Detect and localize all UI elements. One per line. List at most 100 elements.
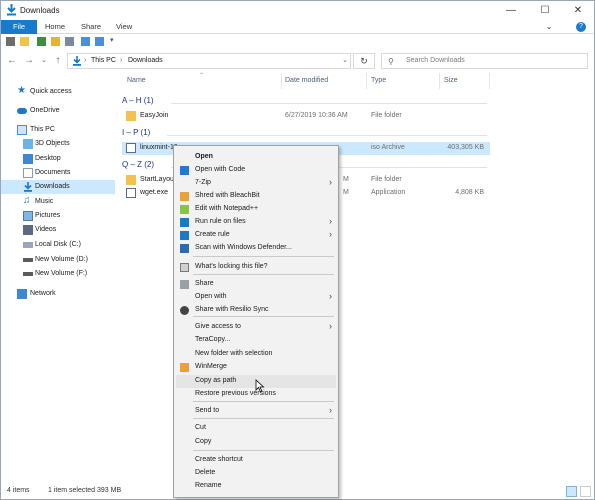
group-header-i-p[interactable]: I – P (1) bbox=[122, 128, 150, 137]
quick-access-toolbar: ▾ bbox=[1, 35, 594, 49]
folder-icon[interactable] bbox=[51, 37, 60, 46]
forward-button[interactable]: → bbox=[23, 54, 35, 68]
menu-item-open[interactable]: Open bbox=[176, 151, 336, 164]
minimize-button[interactable]: — bbox=[494, 1, 528, 20]
menu-item-create-shortcut[interactable]: Create shortcut bbox=[176, 454, 336, 467]
nav-item-this-pc[interactable]: This PC bbox=[1, 123, 115, 137]
mouse-cursor-icon bbox=[255, 379, 265, 393]
application-icon bbox=[126, 188, 136, 198]
menu-item-what-s-locking-this-file[interactable]: What's locking this file? bbox=[176, 261, 336, 274]
selection-info: 1 item selected 393 MB bbox=[48, 487, 122, 494]
view-icon[interactable] bbox=[65, 37, 74, 46]
menu-item-run-rule-on-files[interactable]: Run rule on files › bbox=[176, 216, 336, 229]
menu-item-label: 7-Zip bbox=[195, 179, 211, 186]
nav-item-videos[interactable]: Videos bbox=[1, 223, 115, 237]
menu-separator bbox=[193, 450, 334, 451]
computer-icon bbox=[17, 125, 27, 135]
up-button[interactable]: ↑ bbox=[52, 54, 64, 68]
column-header-date[interactable]: Date modified bbox=[285, 77, 328, 84]
address-bar[interactable]: › This PC › Downloads ⌄ bbox=[67, 53, 351, 69]
cube-icon bbox=[23, 139, 33, 149]
menu-item-cut[interactable]: Cut bbox=[176, 422, 336, 435]
back-button[interactable]: ← bbox=[6, 54, 18, 68]
menu-item-label: Create shortcut bbox=[195, 456, 243, 463]
drive-icon bbox=[23, 258, 33, 262]
close-button[interactable]: ✕ bbox=[561, 1, 595, 20]
address-dropdown-icon[interactable]: ⌄ bbox=[342, 56, 348, 64]
menu-item-new-folder-with-selection[interactable]: New folder with selection bbox=[176, 348, 336, 361]
refresh-button[interactable]: ↻ bbox=[353, 53, 375, 69]
large-icons-view-icon[interactable] bbox=[580, 486, 591, 497]
folder-icon bbox=[126, 111, 136, 121]
rule-icon bbox=[180, 231, 189, 240]
column-header-type[interactable]: Type bbox=[371, 77, 386, 84]
nav-item-desktop[interactable]: Desktop bbox=[1, 152, 115, 166]
help-icon[interactable]: ? bbox=[576, 22, 586, 32]
disk-icon bbox=[23, 242, 33, 248]
tab-view[interactable]: View bbox=[116, 20, 132, 34]
menu-item-share[interactable]: Share bbox=[176, 278, 336, 291]
menu-item-winmerge[interactable]: WinMerge bbox=[176, 361, 336, 374]
menu-item-teracopy[interactable]: TeraCopy... bbox=[176, 334, 336, 347]
folder-icon bbox=[126, 175, 136, 185]
picture-icon bbox=[23, 211, 33, 221]
music-icon: ♫ bbox=[23, 195, 31, 206]
nav-item-new-volume-f[interactable]: New Volume (F:) bbox=[1, 267, 115, 281]
search-box[interactable]: ⚲ Search Downloads bbox=[381, 53, 588, 69]
nav-item-music[interactable]: ♫ Music bbox=[1, 195, 115, 209]
menu-item-label: Open bbox=[195, 153, 213, 160]
expand-ribbon-icon[interactable]: ⌄ bbox=[542, 17, 556, 36]
menu-item-scan-with-windows-defender[interactable]: Scan with Windows Defender... bbox=[176, 242, 336, 255]
menu-item-open-with[interactable]: Open with › bbox=[176, 291, 336, 304]
menu-item-shred-with-bleachbit[interactable]: Shred with BleachBit bbox=[176, 190, 336, 203]
group-header-q-z[interactable]: Q – Z (2) bbox=[122, 160, 154, 169]
breadcrumb-this-pc[interactable]: This PC bbox=[91, 57, 116, 64]
menu-item-label: Open with bbox=[195, 293, 227, 300]
network-icon bbox=[17, 289, 27, 299]
download-icon bbox=[24, 182, 32, 192]
menu-item-label: WinMerge bbox=[195, 363, 227, 370]
nav-item-documents[interactable]: Documents bbox=[1, 166, 115, 180]
tab-file[interactable]: File bbox=[1, 20, 37, 34]
undo-icon[interactable] bbox=[37, 37, 46, 46]
pane-icon[interactable] bbox=[81, 37, 90, 46]
menu-item-delete[interactable]: Delete bbox=[176, 467, 336, 480]
new-folder-icon[interactable] bbox=[20, 37, 29, 46]
nav-item-new-volume-d[interactable]: New Volume (D:) bbox=[1, 253, 115, 267]
details-icon[interactable] bbox=[95, 37, 104, 46]
nav-item-pictures[interactable]: Pictures bbox=[1, 209, 115, 223]
recent-locations-icon[interactable]: ⌄ bbox=[38, 54, 50, 68]
breadcrumb-downloads[interactable]: Downloads bbox=[128, 57, 163, 64]
menu-item-give-access-to[interactable]: Give access to › bbox=[176, 321, 336, 334]
group-header-a-h[interactable]: A – H (1) bbox=[122, 96, 154, 105]
table-row[interactable]: EasyJoin 6/27/2019 10:36 AM File folder bbox=[122, 110, 490, 123]
details-view-icon[interactable] bbox=[566, 486, 577, 497]
column-header-size[interactable]: Size bbox=[444, 77, 458, 84]
search-placeholder: Search Downloads bbox=[406, 57, 465, 64]
menu-item-label: Share with Resilio Sync bbox=[195, 306, 269, 313]
menu-separator bbox=[193, 256, 334, 257]
menu-item-7-zip[interactable]: 7-Zip › bbox=[176, 177, 336, 190]
nav-item-3d-objects[interactable]: 3D Objects bbox=[1, 137, 115, 151]
menu-separator bbox=[193, 401, 334, 402]
menu-item-open-with-code[interactable]: Open with Code bbox=[176, 164, 336, 177]
menu-item-send-to[interactable]: Send to › bbox=[176, 405, 336, 418]
menu-separator bbox=[193, 316, 334, 317]
tab-home[interactable]: Home bbox=[45, 20, 65, 34]
nav-item-quick-access[interactable]: ★ Quick access bbox=[1, 85, 115, 99]
nav-item-onedrive[interactable]: OneDrive bbox=[1, 104, 115, 118]
nav-item-downloads[interactable]: Downloads bbox=[1, 180, 115, 194]
menu-item-create-rule[interactable]: Create rule › bbox=[176, 229, 336, 242]
drive-icon bbox=[23, 272, 33, 276]
nav-item-local-disk-c[interactable]: Local Disk (C:) bbox=[1, 238, 115, 252]
defender-icon bbox=[180, 244, 189, 253]
menu-item-copy[interactable]: Copy bbox=[176, 436, 336, 449]
column-header-name[interactable]: Name bbox=[127, 77, 146, 84]
menu-item-label: Send to bbox=[195, 407, 220, 414]
properties-icon[interactable] bbox=[6, 37, 15, 46]
tab-share[interactable]: Share bbox=[81, 20, 101, 34]
menu-item-edit-with-notepad[interactable]: Edit with Notepad++ bbox=[176, 203, 336, 216]
nav-item-network[interactable]: Network bbox=[1, 287, 115, 301]
menu-item-rename[interactable]: Rename bbox=[176, 480, 336, 493]
customize-qat-icon[interactable]: ▾ bbox=[110, 36, 118, 45]
